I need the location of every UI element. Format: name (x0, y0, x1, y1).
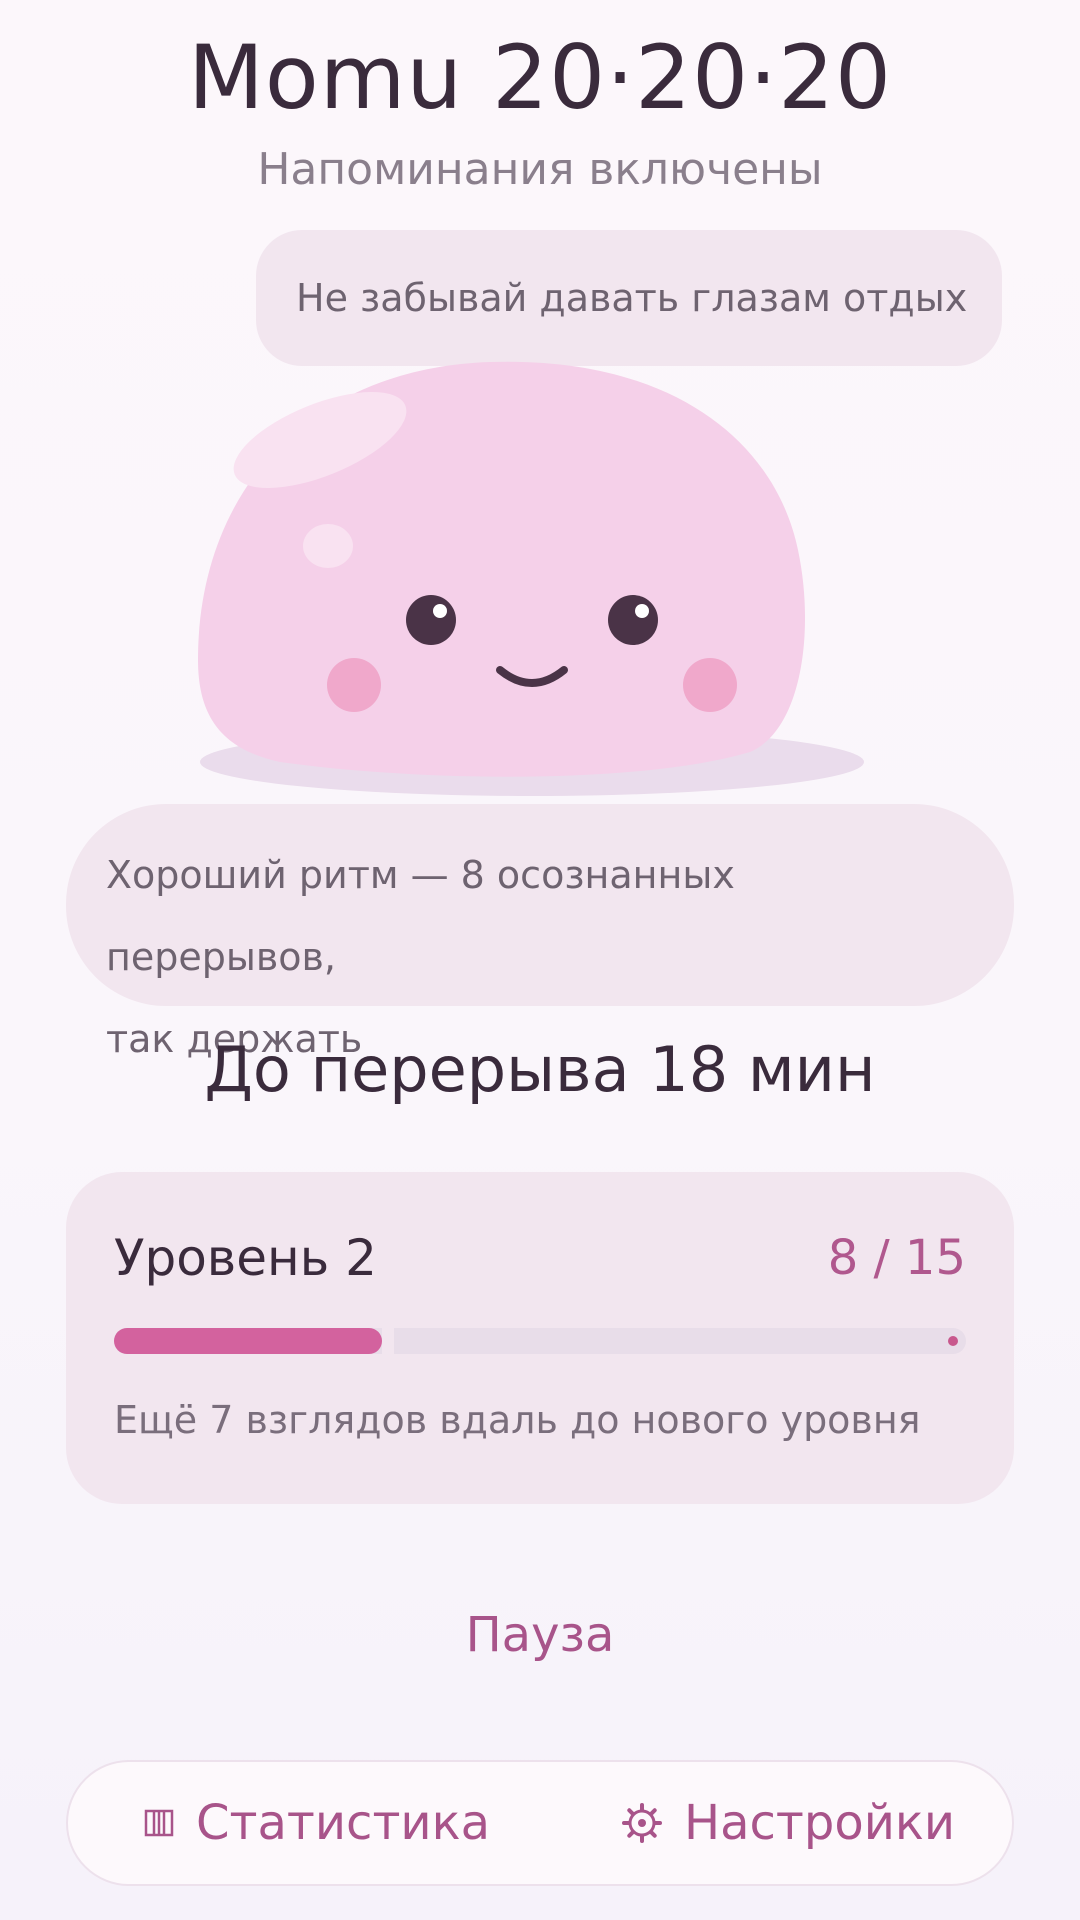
speech-bubble-top: Не забывай давать глазам отдых (256, 230, 1002, 366)
encouragement-line-1: Хороший ритм — 8 осознанных перерывов, (106, 853, 735, 979)
settings-button[interactable]: Настройки (622, 1762, 955, 1884)
level-count: 8 / 15 (827, 1230, 966, 1286)
level-progress-end-dot (948, 1336, 958, 1346)
reminder-status: Напоминания включены (257, 144, 823, 195)
bottom-nav: Статистика Настройки (66, 1760, 1014, 1886)
speech-bubble-text: Не забывай давать глазам отдых (296, 276, 968, 320)
mascot-blob (198, 361, 864, 796)
level-progress-fill (114, 1328, 382, 1354)
level-progress-bar (114, 1328, 966, 1354)
break-countdown: До перерыва 18 мин (204, 1033, 876, 1106)
level-title: Уровень 2 (114, 1229, 377, 1287)
level-hint: Ещё 7 взглядов вдаль до нового уровня (114, 1398, 921, 1442)
mascot-left-eye (406, 595, 456, 645)
speech-bubble-mid: Хороший ритм — 8 осознанных перерывов, т… (66, 804, 1014, 1061)
level-progress-gap (382, 1328, 394, 1354)
mascot-left-cheek (327, 658, 381, 712)
mascot-right-cheek (683, 658, 737, 712)
app-title: Momu 20·20·20 (187, 26, 893, 129)
level-card: Уровень 2 8 / 15 Ещё 7 взглядов вдаль до… (66, 1172, 1014, 1504)
statistics-label: Статистика (196, 1795, 490, 1851)
pause-button[interactable]: Пауза (390, 1600, 690, 1670)
mascot-highlight-small (303, 524, 353, 568)
settings-label: Настройки (684, 1795, 956, 1851)
gear-icon (622, 1803, 662, 1843)
statistics-button[interactable]: Статистика (144, 1762, 490, 1884)
mascot-right-eye (608, 595, 658, 645)
bar-chart-icon (144, 1808, 174, 1838)
